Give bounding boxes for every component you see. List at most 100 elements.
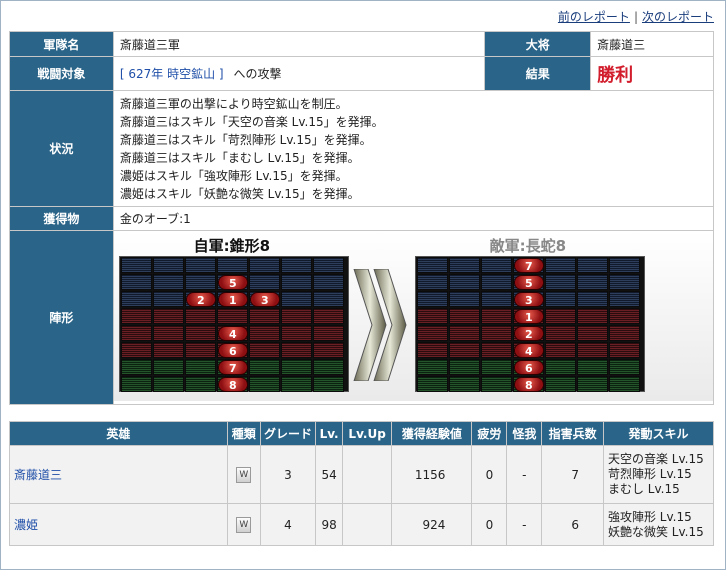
target-value: [ 627年 時空鉱山 ] への攻撃 bbox=[112, 56, 486, 91]
target-link[interactable]: 627年 時空鉱山 bbox=[128, 67, 215, 81]
enemy-grid-cell bbox=[480, 325, 512, 341]
target-suffix: への攻撃 bbox=[233, 67, 282, 81]
own-grid-cell bbox=[248, 359, 280, 375]
enemy-grid-cell bbox=[416, 274, 448, 290]
enemy-grid-cell bbox=[544, 291, 576, 307]
own-grid-cell bbox=[152, 325, 184, 341]
enemy-grid-cell bbox=[480, 257, 512, 273]
own-grid-cell bbox=[312, 325, 344, 341]
own-grid-cell bbox=[248, 325, 280, 341]
enemy-grid-cell bbox=[416, 376, 448, 392]
next-report-link[interactable]: 次のレポート bbox=[642, 10, 714, 24]
own-grid-cell bbox=[280, 376, 312, 392]
hero-results-table: 英雄 種類 グレード Lv. Lv.Up 獲得経験値 疲労 怪我 指害兵数 発動… bbox=[9, 421, 715, 546]
own-grid-cell bbox=[312, 308, 344, 324]
own-grid-cell bbox=[152, 359, 184, 375]
own-grid-cell bbox=[152, 342, 184, 358]
own-grid-cell bbox=[280, 274, 312, 290]
weapon-card-icon[interactable]: W bbox=[236, 467, 252, 483]
enemy-grid-cell bbox=[480, 274, 512, 290]
formation-cell: 自軍:錐形8 敵軍:長蛇8 52134678 75312468 bbox=[112, 230, 715, 405]
skill-item: 苛烈陣形 Lv.15 bbox=[607, 467, 692, 481]
enemy-grid-cell bbox=[576, 325, 608, 341]
enemy-grid-cell bbox=[608, 342, 640, 358]
enemy-unit-token: 5 bbox=[513, 275, 544, 290]
own-grid-cell bbox=[280, 342, 312, 358]
enemy-grid-cell bbox=[576, 359, 608, 375]
hero-grade: 4 bbox=[259, 503, 317, 546]
hero-losses: 6 bbox=[541, 503, 604, 546]
target-row: 戦闘対象 [ 627年 時空鉱山 ] への攻撃 結果 勝利 bbox=[9, 56, 714, 91]
formation-area: 自軍:錐形8 敵軍:長蛇8 52134678 75312468 bbox=[113, 231, 713, 401]
hero-grade: 3 bbox=[259, 445, 317, 504]
hero-exp: 924 bbox=[391, 503, 473, 546]
target-bracket-close: ] bbox=[218, 67, 224, 81]
own-unit-token: 3 bbox=[249, 292, 280, 307]
hero-name-link[interactable]: 濃姫 bbox=[14, 518, 38, 532]
own-grid-cell bbox=[280, 308, 312, 324]
own-unit-token: 5 bbox=[217, 275, 248, 290]
enemy-grid-cell bbox=[448, 325, 480, 341]
enemy-grid-cell bbox=[416, 291, 448, 307]
own-grid-cell bbox=[120, 257, 152, 273]
enemy-grid-cell bbox=[576, 342, 608, 358]
enemy-grid-cell bbox=[576, 308, 608, 324]
enemy-grid-cell bbox=[544, 325, 576, 341]
own-grid-cell bbox=[152, 308, 184, 324]
own-formation-grid: 5213 4 6 7 8 bbox=[118, 256, 349, 392]
hero-fatigue: 0 bbox=[471, 445, 508, 504]
status-line: 斎藤道三はスキル「まむし Lv.15」を発揮。 bbox=[119, 150, 360, 165]
enemy-grid-cell bbox=[544, 308, 576, 324]
own-formation-title: 自軍:錐形8 bbox=[193, 237, 271, 255]
own-grid-cell bbox=[312, 342, 344, 358]
enemy-unit-token: 4 bbox=[513, 343, 544, 358]
loot-value: 金のオーブ:1 bbox=[112, 206, 715, 231]
table-row: 濃姫 W 4 98 924 0 - 6 強攻陣形 Lv.15 妖艶な微笑 Lv.… bbox=[9, 503, 715, 546]
own-grid-cell bbox=[120, 308, 152, 324]
general-label: 大将 bbox=[484, 31, 592, 57]
prev-report-link[interactable]: 前のレポート bbox=[558, 10, 630, 24]
weapon-card-icon[interactable]: W bbox=[236, 517, 252, 533]
enemy-grid-cell bbox=[608, 376, 640, 392]
hero-exp: 1156 bbox=[391, 445, 473, 504]
enemy-grid-cell bbox=[416, 359, 448, 375]
own-grid-cell bbox=[248, 257, 280, 273]
col-grade: グレード bbox=[259, 421, 317, 446]
own-grid-cell bbox=[312, 359, 344, 375]
enemy-grid-cell bbox=[416, 325, 448, 341]
enemy-grid-cell bbox=[480, 308, 512, 324]
enemy-unit-token: 8 bbox=[513, 377, 544, 392]
skill-item: 強攻陣形 Lv.15 bbox=[607, 509, 692, 524]
col-level-up: Lv.Up bbox=[341, 421, 393, 446]
hero-skills: 強攻陣形 Lv.15 妖艶な微笑 Lv.15 bbox=[602, 503, 715, 546]
hero-header-row: 英雄 種類 グレード Lv. Lv.Up 獲得経験値 疲労 怪我 指害兵数 発動… bbox=[9, 421, 715, 446]
enemy-grid-cell bbox=[576, 291, 608, 307]
chevron-right-icon bbox=[353, 269, 407, 381]
enemy-grid-cell bbox=[576, 274, 608, 290]
general-value: 斎藤道三 bbox=[590, 31, 714, 57]
enemy-grid-cell bbox=[608, 359, 640, 375]
enemy-grid-cell bbox=[448, 376, 480, 392]
own-grid-cell bbox=[120, 342, 152, 358]
own-grid-cell bbox=[216, 308, 248, 324]
hero-type-cell: W bbox=[226, 445, 261, 504]
own-grid-cell bbox=[248, 308, 280, 324]
own-unit-token: 6 bbox=[217, 343, 248, 358]
own-grid-cell bbox=[184, 376, 216, 392]
hero-name-link[interactable]: 斎藤道三 bbox=[14, 468, 62, 482]
skill-item: 天空の音楽 Lv.15 bbox=[607, 452, 704, 466]
own-grid-row bbox=[120, 308, 348, 325]
status-line: 斎藤道三はスキル「苛烈陣形 Lv.15」を発揮。 bbox=[119, 132, 372, 147]
skill-item: 妖艶な微笑 Lv.15 bbox=[607, 524, 704, 539]
enemy-grid-cell bbox=[448, 274, 480, 290]
hero-name: 斎藤道三 bbox=[9, 445, 228, 504]
own-grid-cell bbox=[120, 376, 152, 392]
own-unit-token: 1 bbox=[217, 292, 248, 307]
loot-row: 獲得物 金のオーブ:1 bbox=[9, 206, 715, 231]
hero-fatigue: 0 bbox=[471, 503, 508, 546]
col-skills: 発動スキル bbox=[602, 421, 715, 446]
own-grid-cell bbox=[312, 376, 344, 392]
hero-name: 濃姫 bbox=[9, 503, 228, 546]
own-grid-cell bbox=[184, 274, 216, 290]
status-row: 状況 斎藤道三軍の出撃により時空鉱山を制圧。 斎藤道三はスキル「天空の音楽 Lv… bbox=[9, 90, 715, 207]
